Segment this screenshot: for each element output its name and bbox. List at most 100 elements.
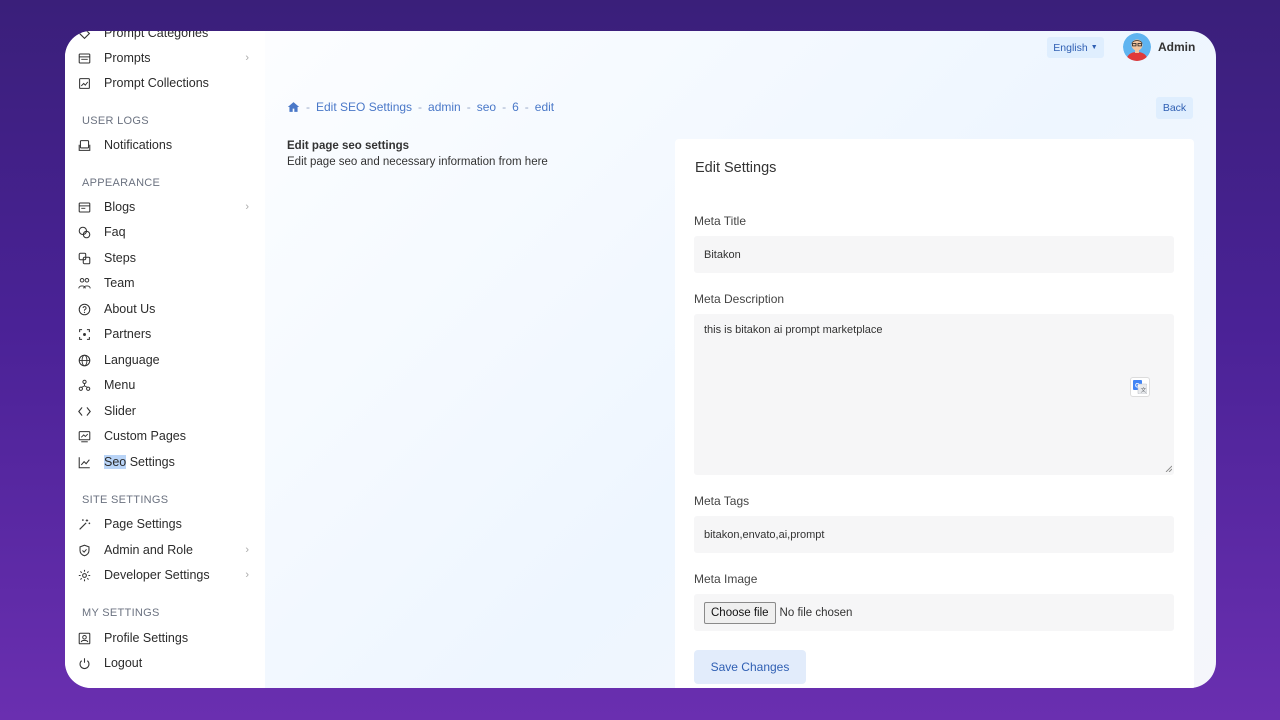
sidebar-item-label: Slider: [104, 404, 136, 418]
tag-icon: [77, 31, 91, 40]
section-user-logs: USER LOGS: [82, 115, 149, 127]
label-rest: Settings: [126, 455, 175, 469]
meta-tags-label: Meta Tags: [694, 494, 750, 508]
resize-handle-icon[interactable]: [1165, 465, 1172, 472]
sidebar-item-language[interactable]: Language: [77, 349, 249, 371]
edit-settings-card: Edit Settings Meta Title Bitakon Meta De…: [675, 139, 1194, 688]
sidebar-item-seo-settings[interactable]: Seo Settings: [77, 451, 249, 473]
shield-icon: [77, 543, 91, 557]
breadcrumb-separator: -: [466, 100, 471, 114]
info-icon: [77, 302, 91, 316]
sidebar-item-team[interactable]: Team: [77, 272, 249, 294]
breadcrumb-separator: -: [502, 100, 507, 114]
sidebar-item-label: Developer Settings: [104, 568, 210, 582]
meta-description-label: Meta Description: [694, 292, 785, 306]
meta-title-input[interactable]: Bitakon: [694, 236, 1174, 273]
sidebar-item-steps[interactable]: Steps: [77, 247, 249, 269]
sidebar-item-prompt-categories[interactable]: Prompt Categories: [77, 31, 249, 44]
breadcrumb-admin[interactable]: admin: [428, 100, 461, 114]
breadcrumb-separator: -: [418, 100, 423, 114]
sidebar-item-label: Admin and Role: [104, 543, 193, 557]
save-changes-button[interactable]: Save Changes: [694, 650, 806, 684]
breadcrumb-seo[interactable]: seo: [477, 100, 496, 114]
sidebar-item-label: Faq: [104, 225, 126, 239]
section-appearance: APPEARANCE: [82, 177, 161, 189]
partners-icon: [77, 327, 91, 341]
list-icon: [77, 51, 91, 65]
file-status-text: No file chosen: [779, 606, 853, 619]
sidebar-item-label: Logout: [104, 656, 143, 670]
breadcrumb-edit-seo-settings[interactable]: Edit SEO Settings: [316, 100, 412, 114]
chevron-right-icon: ›: [245, 52, 249, 64]
sidebar-item-label: Prompt Categories: [104, 31, 209, 40]
wand-icon: [77, 517, 91, 531]
sidebar-item-profile-settings[interactable]: Profile Settings: [77, 627, 249, 649]
sidebar-item-label: Steps: [104, 251, 136, 265]
sidebar: Prompt Categories Prompts › Prompt Colle…: [65, 31, 265, 688]
sidebar-item-label: Notifications: [104, 138, 173, 152]
section-title: Edit page seo settings: [287, 140, 410, 152]
user-name[interactable]: Admin: [1158, 40, 1195, 54]
breadcrumb: - Edit SEO Settings - admin - seo - 6 - …: [287, 100, 554, 114]
sidebar-item-blogs[interactable]: Blogs ›: [77, 196, 249, 218]
avatar[interactable]: [1123, 33, 1151, 61]
meta-title-label: Meta Title: [694, 214, 747, 228]
back-button[interactable]: Back: [1156, 97, 1193, 119]
breadcrumb-separator: -: [524, 100, 529, 114]
sidebar-item-notifications[interactable]: Notifications: [77, 134, 249, 156]
sidebar-item-page-settings[interactable]: Page Settings: [77, 513, 249, 535]
slider-icon: [77, 404, 91, 418]
sidebar-item-about-us[interactable]: About Us: [77, 298, 249, 320]
language-dropdown[interactable]: English ▼: [1047, 37, 1104, 58]
meta-tags-input[interactable]: bitakon,envato,ai,prompt: [694, 516, 1174, 553]
faq-icon: [77, 225, 91, 239]
sidebar-item-developer-settings[interactable]: Developer Settings ›: [77, 564, 249, 586]
sidebar-item-label: Seo Settings: [104, 455, 175, 469]
meta-image-label: Meta Image: [694, 572, 758, 586]
pages-icon: [77, 429, 91, 443]
chevron-right-icon: ›: [245, 201, 249, 213]
app-window: Prompt Categories Prompts › Prompt Colle…: [65, 31, 1216, 688]
sidebar-item-partners[interactable]: Partners: [77, 323, 249, 345]
team-icon: [77, 276, 91, 290]
sidebar-item-menu[interactable]: Menu: [77, 374, 249, 396]
sidebar-item-label: Page Settings: [104, 517, 182, 531]
blog-icon: [77, 200, 91, 214]
chevron-right-icon: ›: [245, 569, 249, 581]
sidebar-item-admin-and-role[interactable]: Admin and Role ›: [77, 539, 249, 561]
sidebar-item-label: Custom Pages: [104, 429, 186, 443]
sidebar-item-label: Team: [104, 276, 135, 290]
card-title: Edit Settings: [695, 160, 777, 176]
sidebar-item-label: Profile Settings: [104, 631, 189, 645]
choose-file-button[interactable]: Choose file: [704, 601, 776, 624]
collection-icon: [77, 76, 91, 90]
sidebar-item-prompts[interactable]: Prompts ›: [77, 47, 249, 69]
breadcrumb-id[interactable]: 6: [512, 100, 519, 114]
language-label: English: [1053, 41, 1088, 54]
caret-down-icon: ▼: [1090, 44, 1098, 51]
sidebar-item-faq[interactable]: Faq: [77, 221, 249, 243]
gear-icon: [77, 568, 91, 582]
svg-text:文: 文: [1141, 386, 1147, 394]
sidebar-item-prompt-collections[interactable]: Prompt Collections: [77, 72, 249, 94]
bell-icon: [77, 138, 91, 152]
sidebar-item-custom-pages[interactable]: Custom Pages: [77, 425, 249, 447]
section-site-settings: SITE SETTINGS: [82, 494, 169, 506]
section-my-settings: MY SETTINGS: [82, 607, 160, 619]
power-icon: [77, 656, 91, 670]
meta-description-textarea[interactable]: this is bitakon ai prompt marketplace: [694, 314, 1174, 475]
chevron-right-icon: ›: [245, 544, 249, 556]
menu-icon: [77, 378, 91, 392]
meta-image-file-input: Choose file No file chosen: [694, 594, 1174, 631]
sidebar-item-label: Prompts: [104, 51, 151, 65]
sidebar-item-label: Blogs: [104, 200, 136, 214]
google-translate-icon[interactable]: G 文: [1130, 377, 1150, 397]
sidebar-item-logout[interactable]: Logout: [77, 652, 249, 674]
sidebar-item-label: Partners: [104, 327, 152, 341]
home-icon[interactable]: [287, 101, 300, 113]
sidebar-item-label: Menu: [104, 378, 136, 392]
breadcrumb-edit[interactable]: edit: [535, 100, 554, 114]
sidebar-item-slider[interactable]: Slider: [77, 400, 249, 422]
section-description: Edit page seo and necessary information …: [287, 156, 548, 168]
steps-icon: [77, 251, 91, 265]
